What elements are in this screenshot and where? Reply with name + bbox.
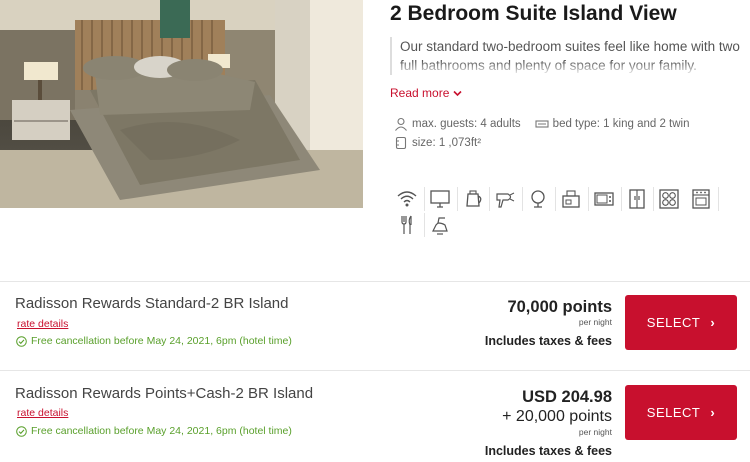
room-meta-row: size: 1 ,073ft² bbox=[394, 136, 481, 150]
select-button[interactable]: SELECT › bbox=[625, 295, 737, 350]
cancellation-text: Free cancellation before May 24, 2021, 6… bbox=[31, 335, 292, 347]
per-night: per night bbox=[578, 317, 612, 327]
cancellation-text: Free cancellation before May 24, 2021, 6… bbox=[31, 425, 292, 437]
tv-icon bbox=[425, 186, 455, 212]
price-extra: + 20,000 points bbox=[502, 408, 612, 425]
refrigerator-icon bbox=[622, 186, 652, 212]
max-guests: max. guests: 4 adults bbox=[412, 118, 521, 130]
room-description: Our standard two-bedroom suites feel lik… bbox=[390, 37, 750, 75]
per-night: per night bbox=[578, 427, 612, 437]
rate-price: USD 204.98 + 20,000 points per night Inc… bbox=[485, 387, 612, 459]
room-meta-row: max. guests: 4 adults bed type: 1 king a… bbox=[394, 117, 690, 131]
select-button[interactable]: SELECT › bbox=[625, 385, 737, 440]
read-more-link[interactable]: Read more bbox=[390, 86, 462, 100]
rate-name: Radisson Rewards Points+Cash-2 BR Island bbox=[15, 385, 314, 402]
kettle-icon bbox=[458, 186, 488, 212]
free-cancellation: Free cancellation before May 24, 2021, 6… bbox=[16, 425, 292, 437]
cooktop-icon bbox=[654, 186, 684, 212]
amenities-list bbox=[392, 186, 722, 238]
oven-icon bbox=[686, 186, 716, 212]
bed-type: bed type: 1 king and 2 twin bbox=[552, 118, 690, 130]
price-main: USD 204.98 bbox=[522, 388, 612, 406]
room-photo bbox=[0, 0, 363, 208]
room-size: size: 1 ,073ft² bbox=[412, 137, 482, 149]
taxes-note: Includes taxes & fees bbox=[484, 444, 612, 458]
person-icon bbox=[394, 117, 408, 131]
rate-details-link[interactable]: rate details bbox=[17, 318, 68, 330]
taxes-note: Includes taxes & fees bbox=[484, 334, 612, 348]
iron-icon bbox=[425, 212, 455, 238]
room-size-icon bbox=[394, 136, 408, 150]
select-label: SELECT bbox=[646, 405, 701, 420]
wifi-icon bbox=[392, 186, 422, 212]
read-more-label: Read more bbox=[390, 86, 450, 100]
rate-row: Radisson Rewards Points+Cash-2 BR Island… bbox=[0, 370, 750, 462]
cutlery-icon bbox=[392, 212, 422, 238]
chevron-right-icon: › bbox=[710, 315, 716, 330]
room-title: 2 Bedroom Suite Island View bbox=[390, 2, 677, 25]
check-circle-icon bbox=[16, 335, 27, 347]
rate-row: Radisson Rewards Standard-2 BR Island ra… bbox=[0, 281, 750, 370]
chevron-down-icon bbox=[453, 89, 462, 99]
price-main: 70,000 points bbox=[507, 298, 612, 316]
rate-details-link[interactable]: rate details bbox=[17, 407, 68, 419]
check-circle-icon bbox=[16, 425, 27, 437]
select-label: SELECT bbox=[646, 315, 701, 330]
free-cancellation: Free cancellation before May 24, 2021, 6… bbox=[16, 335, 292, 347]
hair-dryer-icon bbox=[490, 186, 520, 212]
rate-price: 70,000 points per night Includes taxes &… bbox=[485, 297, 612, 349]
rate-name: Radisson Rewards Standard-2 BR Island bbox=[15, 295, 289, 312]
bed-icon bbox=[535, 117, 549, 131]
microwave-icon bbox=[589, 186, 619, 212]
chevron-right-icon: › bbox=[710, 405, 716, 420]
vanity-mirror-icon bbox=[523, 186, 553, 212]
coffee-maker-icon bbox=[556, 186, 586, 212]
